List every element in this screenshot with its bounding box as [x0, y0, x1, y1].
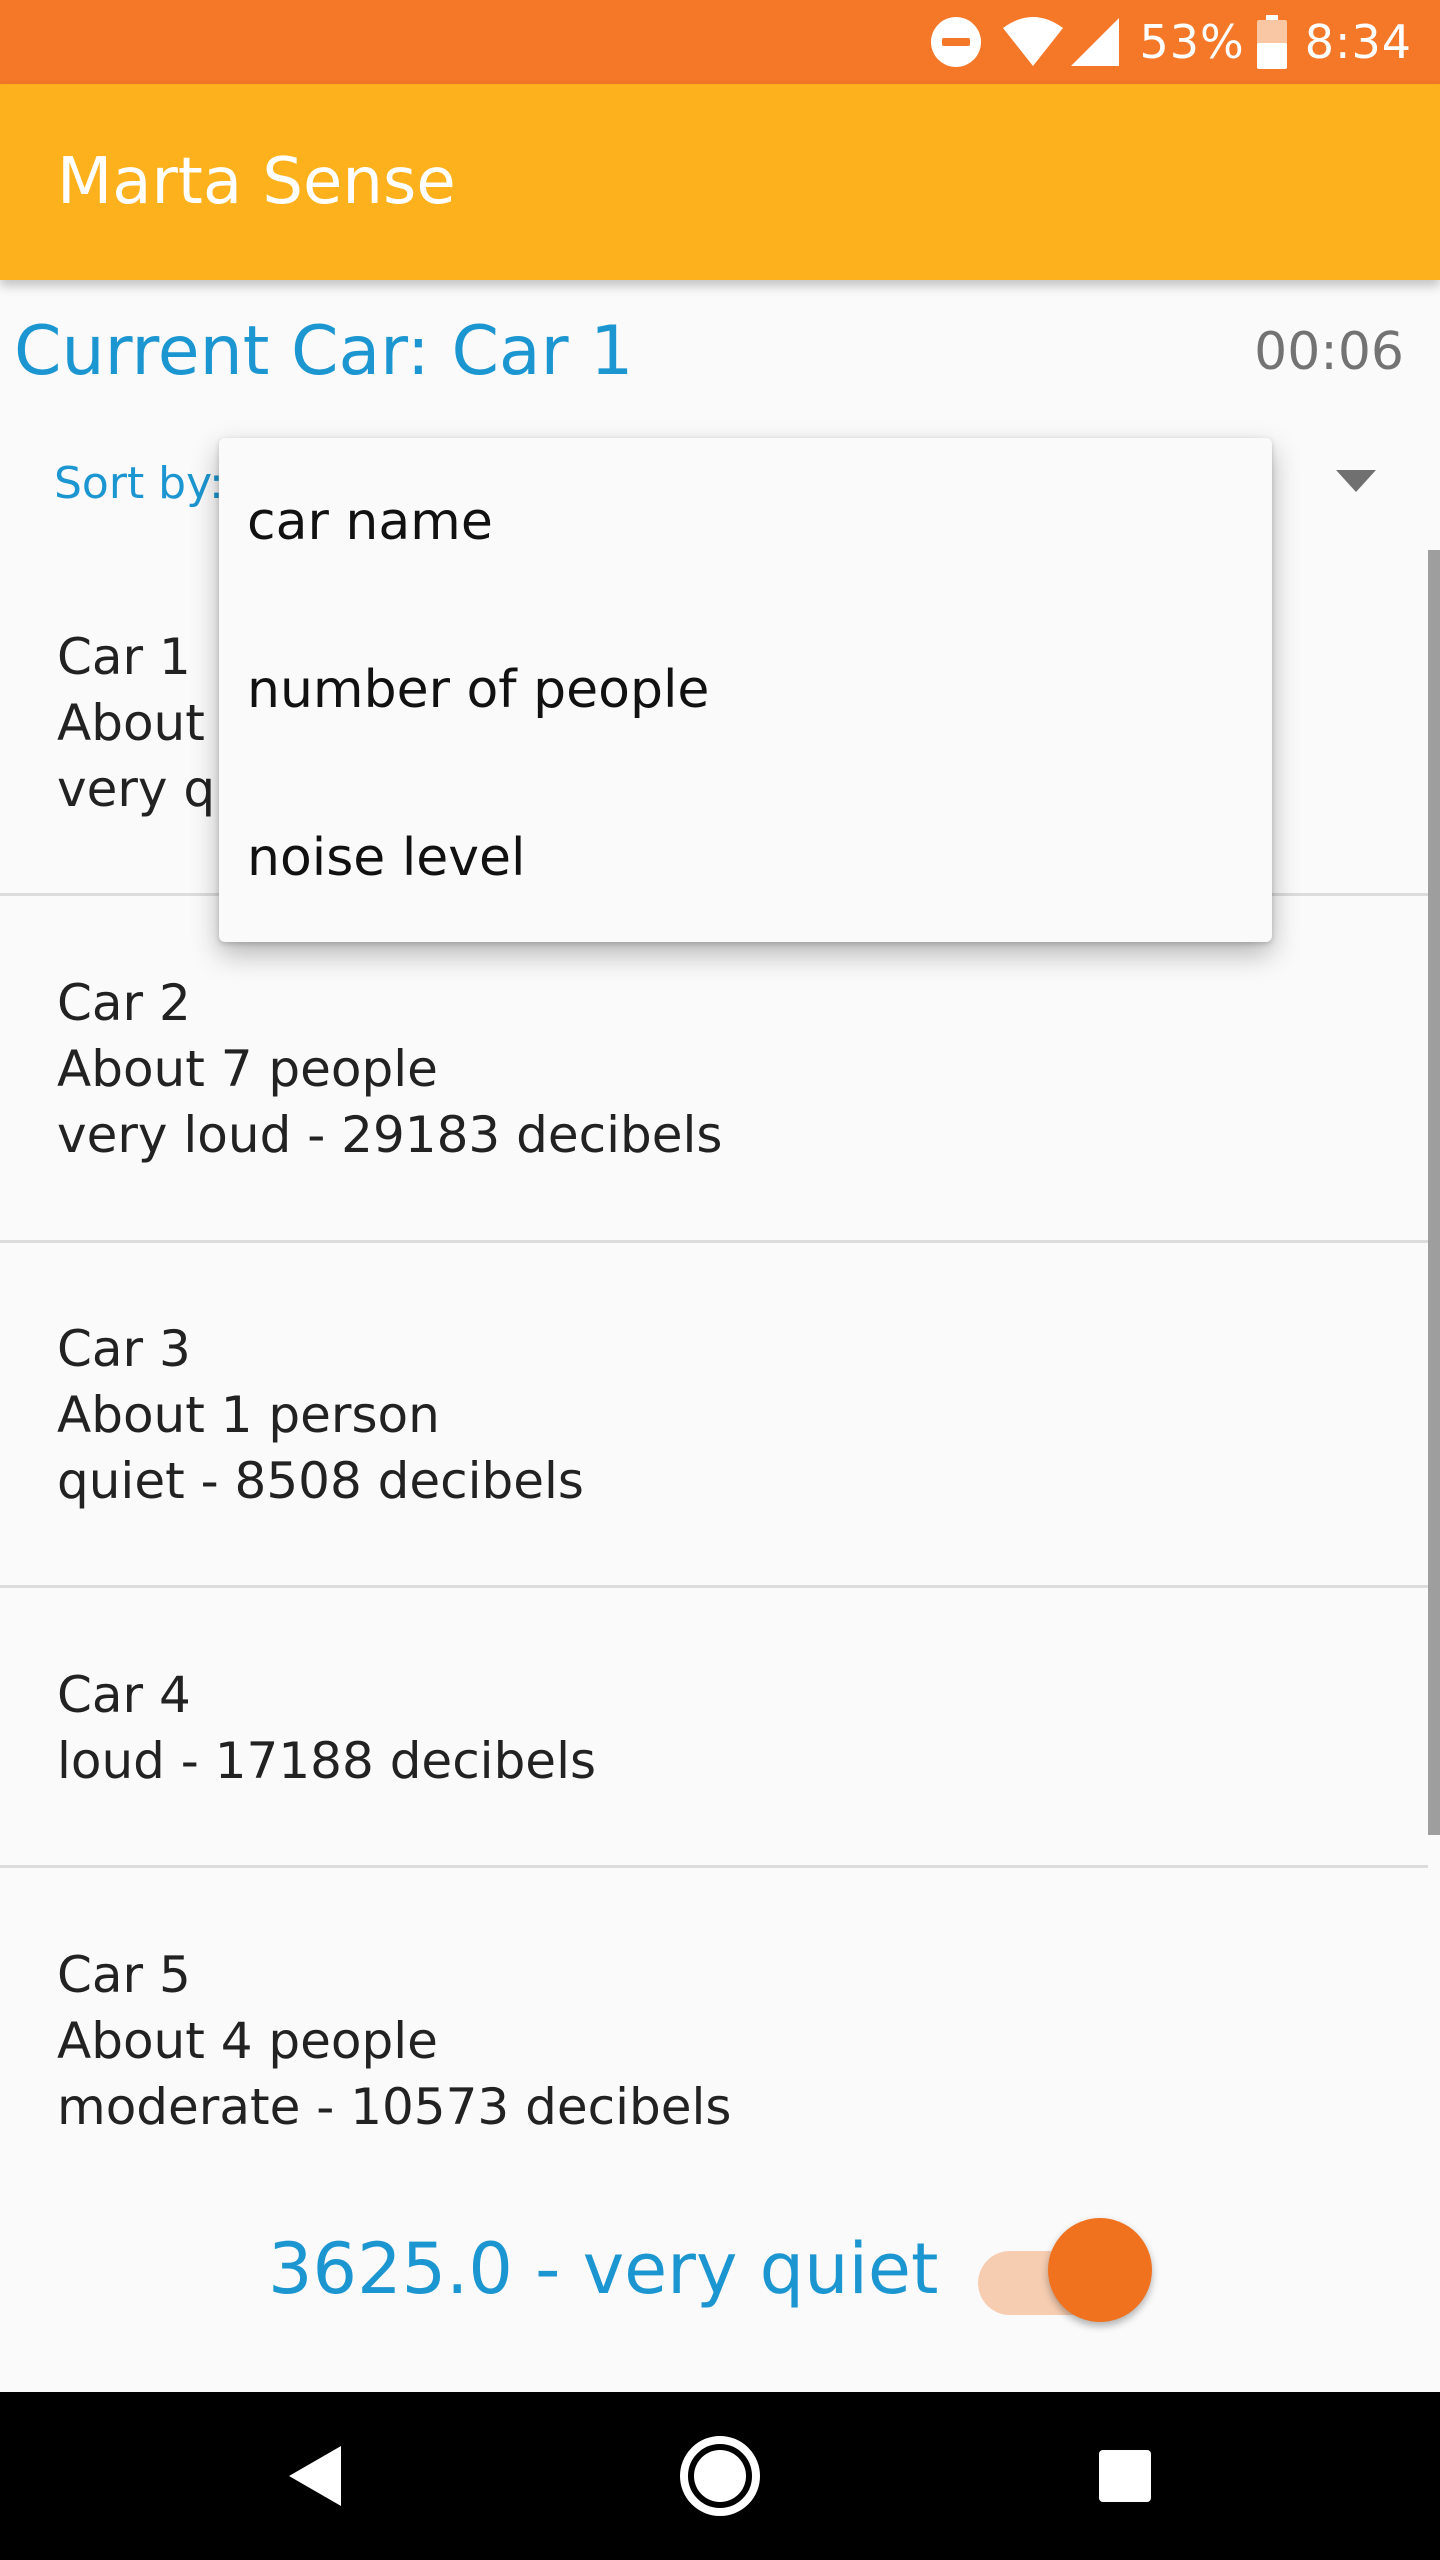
noise-reading: 3625.0 - very quiet — [268, 2228, 939, 2310]
car-name: Car 5 — [57, 1946, 191, 2004]
sort-dropdown-menu: car name number of people noise level — [219, 438, 1272, 942]
car-list-item-4[interactable]: Car 4 loud - 17188 decibels — [0, 1662, 1428, 1794]
car-noise: very loud - 29183 decibels — [57, 1106, 723, 1164]
car-noise: quiet - 8508 decibels — [57, 1452, 584, 1510]
spinner-dropdown-icon[interactable] — [1336, 470, 1376, 494]
sort-option-number-of-people[interactable]: number of people — [219, 606, 1272, 774]
battery-percent: 53% — [1139, 15, 1245, 69]
app-title: Marta Sense — [57, 145, 456, 219]
home-button[interactable] — [620, 2392, 820, 2560]
car-people: About 7 people — [57, 1040, 438, 1098]
car-name: Car 3 — [57, 1320, 191, 1378]
recents-icon — [1099, 2450, 1151, 2502]
car-list-item-2[interactable]: Car 2 About 7 people very loud - 29183 d… — [0, 970, 1428, 1168]
navigation-bar — [0, 2392, 1440, 2560]
dnd-icon — [929, 15, 983, 69]
back-button[interactable] — [215, 2392, 415, 2560]
car-people: About 4 people — [57, 2012, 438, 2070]
sort-option-car-name[interactable]: car name — [219, 438, 1272, 606]
recents-button[interactable] — [1025, 2392, 1225, 2560]
list-divider — [0, 1585, 1428, 1588]
car-name: Car 4 — [57, 1666, 191, 1724]
toggle-thumb — [1048, 2218, 1152, 2322]
signal-icon — [1069, 16, 1121, 68]
car-list-item-5[interactable]: Car 5 About 4 people moderate - 10573 de… — [0, 1942, 1428, 2140]
car-people: About 1 person — [57, 1386, 440, 1444]
sort-by-label: Sort by: — [54, 458, 224, 509]
clock: 8:34 — [1304, 15, 1412, 69]
car-name: Car 2 — [57, 974, 191, 1032]
current-car-label: Current Car: Car 1 — [14, 312, 634, 391]
home-icon — [680, 2436, 760, 2516]
status-bar: 53% 8:34 — [0, 0, 1440, 84]
car-list-item-3[interactable]: Car 3 About 1 person quiet - 8508 decibe… — [0, 1316, 1428, 1514]
battery-icon — [1256, 15, 1287, 69]
timer: 00:06 — [1254, 322, 1404, 382]
sort-option-noise-level[interactable]: noise level — [219, 774, 1272, 942]
recording-toggle[interactable] — [978, 2218, 1156, 2328]
app-bar: Marta Sense — [0, 84, 1440, 280]
wifi-icon — [1001, 16, 1065, 68]
list-divider — [0, 1865, 1428, 1868]
car-noise: loud - 17188 decibels — [57, 1732, 597, 1790]
list-divider — [0, 1240, 1428, 1243]
car-noise: moderate - 10573 decibels — [57, 2078, 732, 2136]
back-icon — [289, 2446, 341, 2506]
list-scrollbar[interactable] — [1428, 550, 1440, 1835]
